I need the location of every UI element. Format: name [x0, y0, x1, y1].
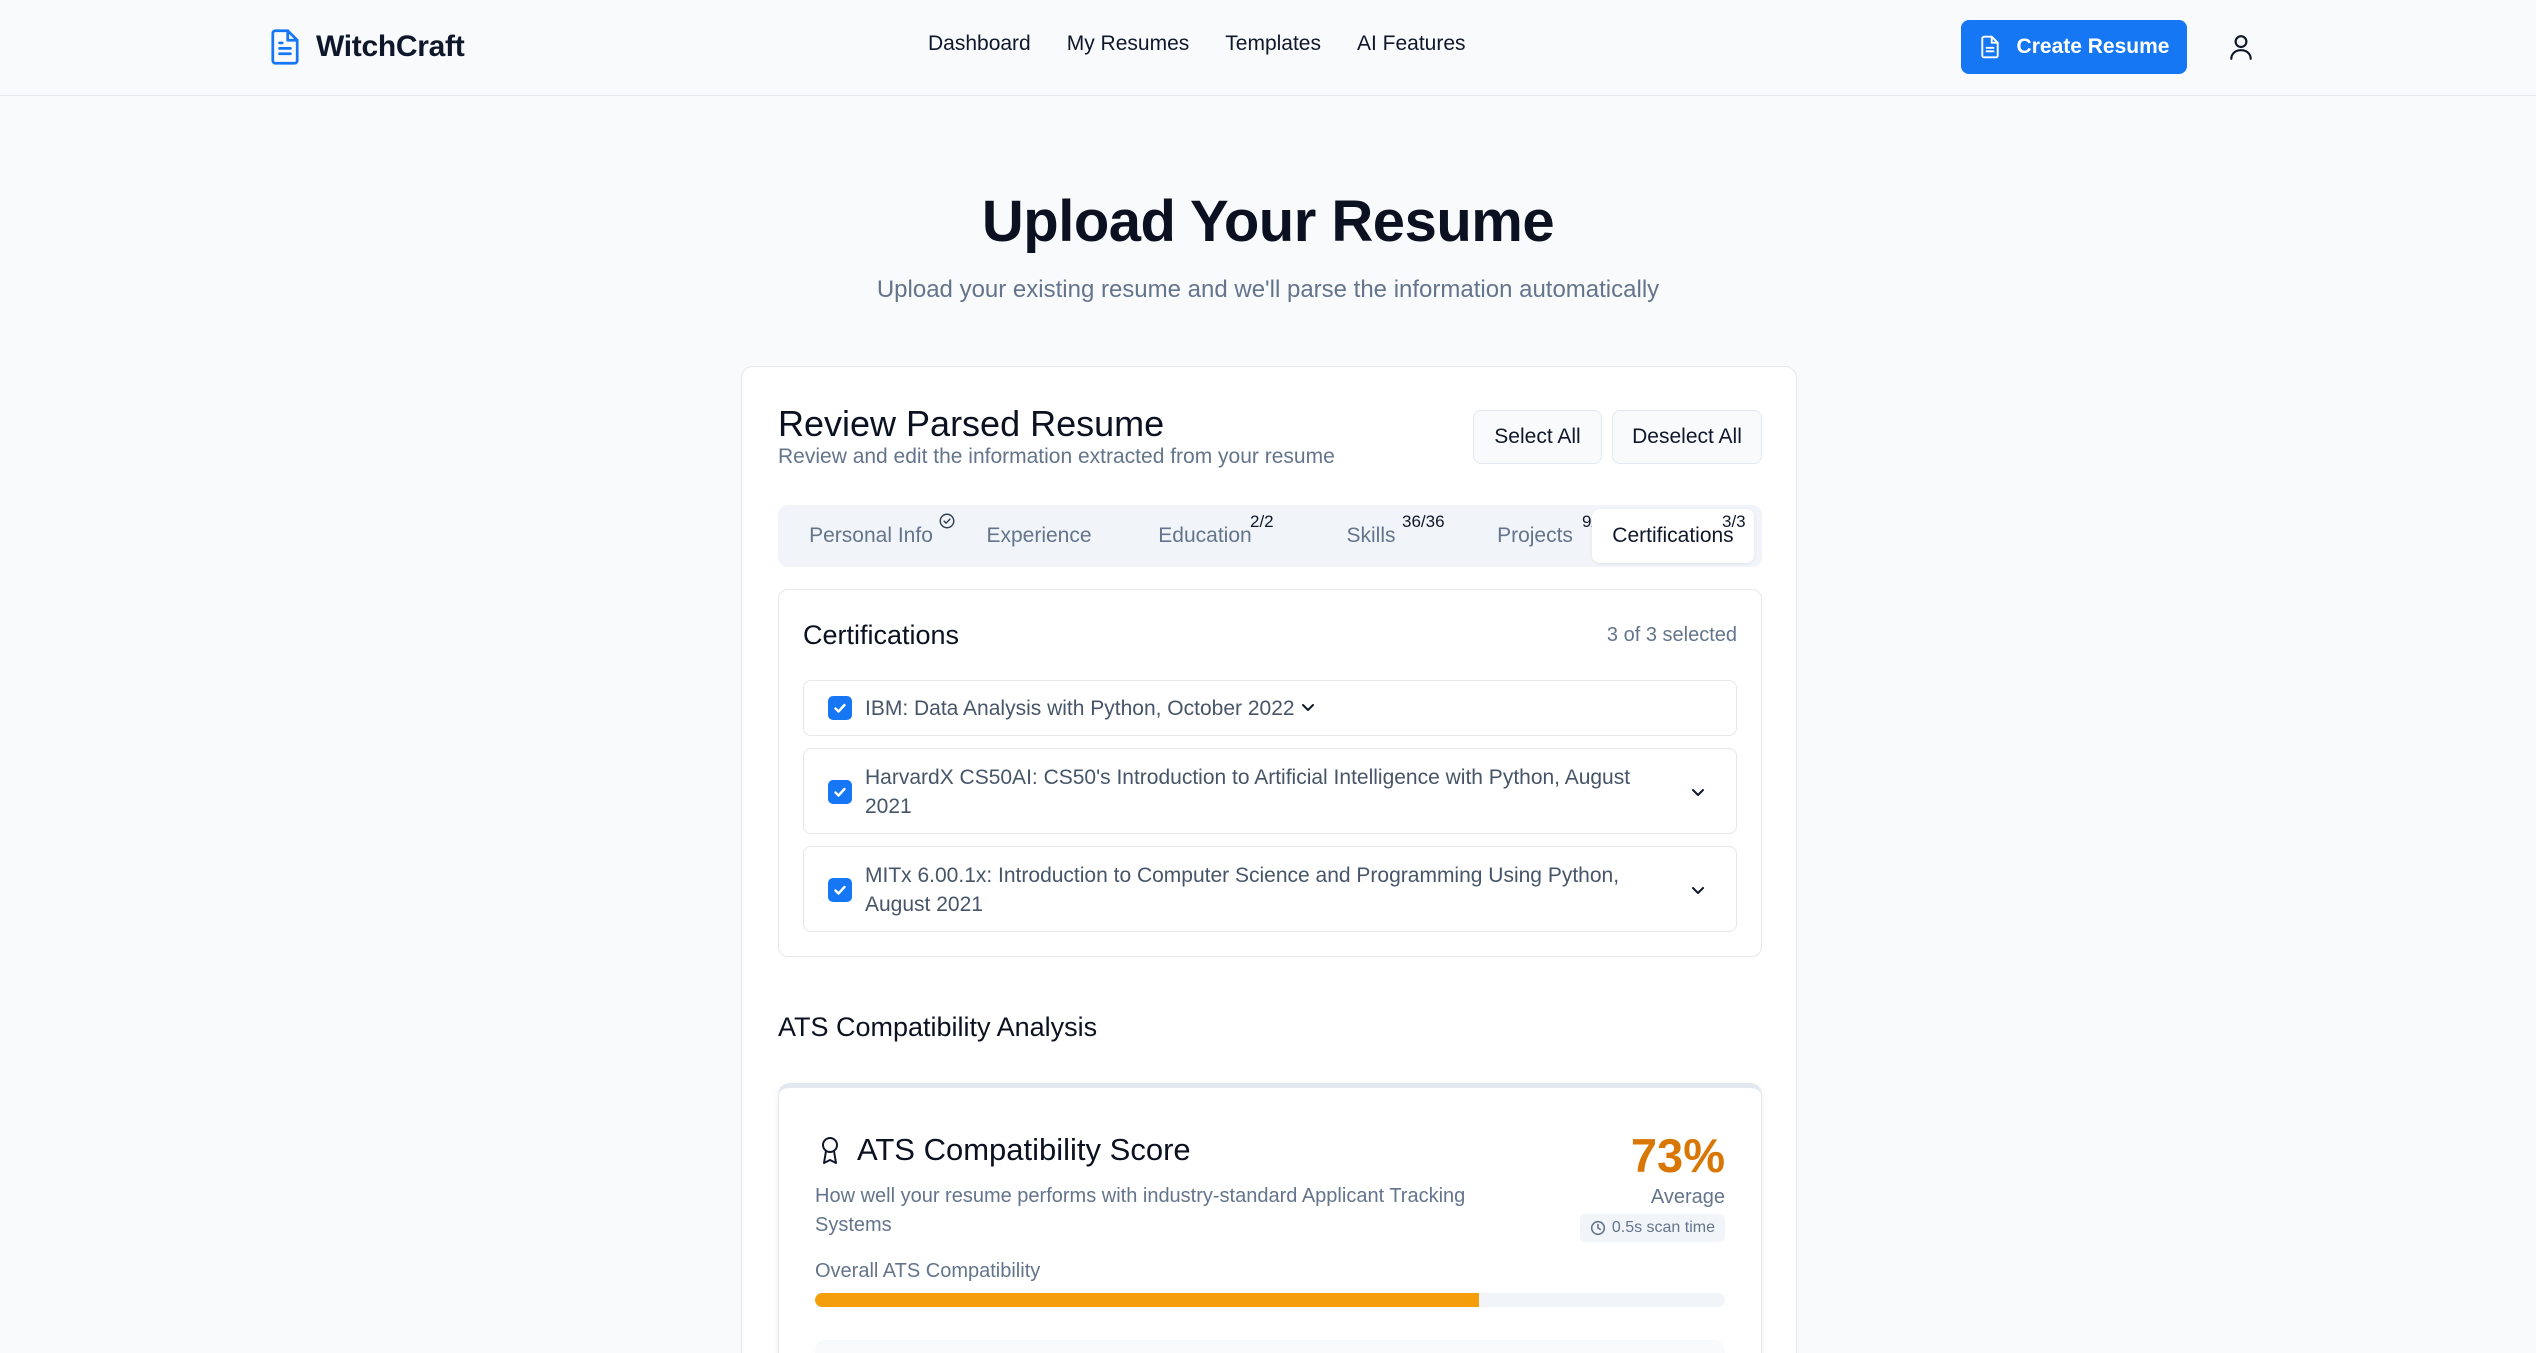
ats-rating: Average: [1650, 1186, 1725, 1208]
ats-heading: ATS Compatibility Analysis: [778, 1012, 1098, 1042]
ats-score: 73%: [1630, 1129, 1725, 1182]
ats-title-text: ATS Compatibility Score: [857, 1132, 1191, 1167]
clock-icon: [1590, 1220, 1605, 1236]
ats-progress-bar: [815, 1293, 1725, 1307]
tab-education[interactable]: Education 2/2: [1122, 509, 1288, 563]
ats-details-section: [815, 1340, 1725, 1353]
tab-label: Personal Info: [809, 524, 933, 547]
ats-description: How well your resume performs with indus…: [815, 1185, 1466, 1236]
user-icon[interactable]: [2228, 33, 2254, 61]
tab-label: Skills: [1346, 524, 1396, 547]
certification-checkbox[interactable]: [828, 780, 852, 804]
nav-link-my-resumes[interactable]: My Resumes: [1067, 32, 1190, 56]
certification-text: IBM: Data Analysis with Python, October …: [865, 697, 1295, 720]
selected-count: 3 of 3 selected: [1606, 624, 1737, 646]
tab-badge: 2/2: [1250, 512, 1274, 531]
ats-progress-fill: [815, 1293, 1480, 1307]
chevron-down-icon[interactable]: [1688, 880, 1708, 900]
review-description: Review and edit the information extracte…: [778, 445, 1335, 468]
brand[interactable]: WitchCraft: [268, 28, 465, 66]
certification-item[interactable]: MITx 6.00.1x: Introduction to Computer S…: [803, 846, 1737, 932]
section-tabs: Personal Info Experience Education 2/2 S…: [778, 505, 1762, 567]
certifications-panel: Certifications 3 of 3 selected IBM: Data…: [778, 589, 1762, 957]
chevron-down-icon[interactable]: [1688, 782, 1708, 802]
certification-item[interactable]: HarvardX CS50AI: CS50's Introduction to …: [803, 748, 1737, 834]
tab-label: Education: [1158, 524, 1252, 547]
deselect-all-button[interactable]: Deselect All: [1612, 410, 1762, 464]
scan-time-badge: 0.5s scan time: [1579, 1214, 1725, 1242]
checkmark-icon: [834, 703, 846, 713]
overall-ats-label: Overall ATS Compatibility: [815, 1260, 1041, 1282]
document-icon: [271, 29, 299, 65]
certification-item[interactable]: IBM: Data Analysis with Python, October …: [803, 680, 1737, 736]
award-icon: [822, 1137, 838, 1164]
checkmark-icon: [834, 787, 846, 797]
create-resume-label: Create Resume: [2016, 35, 2170, 58]
review-card: Review Parsed Resume Review and edit the…: [741, 366, 1797, 1353]
tab-experience[interactable]: Experience: [956, 509, 1122, 563]
checkmark-icon: [834, 885, 846, 895]
create-resume-button[interactable]: Create Resume: [1961, 20, 2187, 74]
tab-certifications[interactable]: Certifications 3/3: [1592, 509, 1754, 563]
nav-link-ai-features[interactable]: AI Features: [1357, 32, 1466, 56]
document-icon: [1980, 35, 1999, 59]
certification-text: HarvardX CS50AI: CS50's Introduction to …: [865, 766, 1631, 818]
page-subtitle: Upload your existing resume and we'll pa…: [876, 276, 1660, 303]
nav-link-dashboard[interactable]: Dashboard: [928, 32, 1031, 56]
certifications-title: Certifications: [803, 620, 960, 650]
tab-label: Projects: [1497, 524, 1573, 547]
chevron-down-icon[interactable]: [1298, 697, 1318, 717]
tab-badge: 36/36: [1402, 512, 1445, 531]
tab-skills[interactable]: Skills 36/36: [1288, 509, 1454, 563]
tab-personal-info[interactable]: Personal Info: [786, 509, 956, 563]
top-navbar: WitchCraft Dashboard My Resumes Template…: [0, 0, 2536, 96]
brand-name: WitchCraft: [316, 30, 465, 63]
nav-link-templates[interactable]: Templates: [1225, 32, 1321, 56]
certification-text: MITx 6.00.1x: Introduction to Computer S…: [865, 864, 1620, 916]
nav-links: Dashboard My Resumes Templates AI Featur…: [928, 32, 1466, 56]
select-all-button[interactable]: Select All: [1473, 410, 1602, 464]
tab-label: Experience: [986, 524, 1092, 547]
tab-label: Certifications: [1612, 524, 1734, 547]
certification-checkbox[interactable]: [828, 878, 852, 902]
page-title: Upload Your Resume: [981, 189, 1555, 254]
ats-title: ATS Compatibility Score: [817, 1132, 1191, 1168]
tab-badge: 3/3: [1722, 512, 1746, 531]
scan-time-text: 0.5s scan time: [1611, 1219, 1715, 1236]
certification-checkbox[interactable]: [828, 696, 852, 720]
check-circle-icon: [939, 513, 955, 529]
review-title: Review Parsed Resume: [778, 403, 1165, 444]
ats-score-card: ATS Compatibility Score How well your re…: [778, 1083, 1762, 1353]
